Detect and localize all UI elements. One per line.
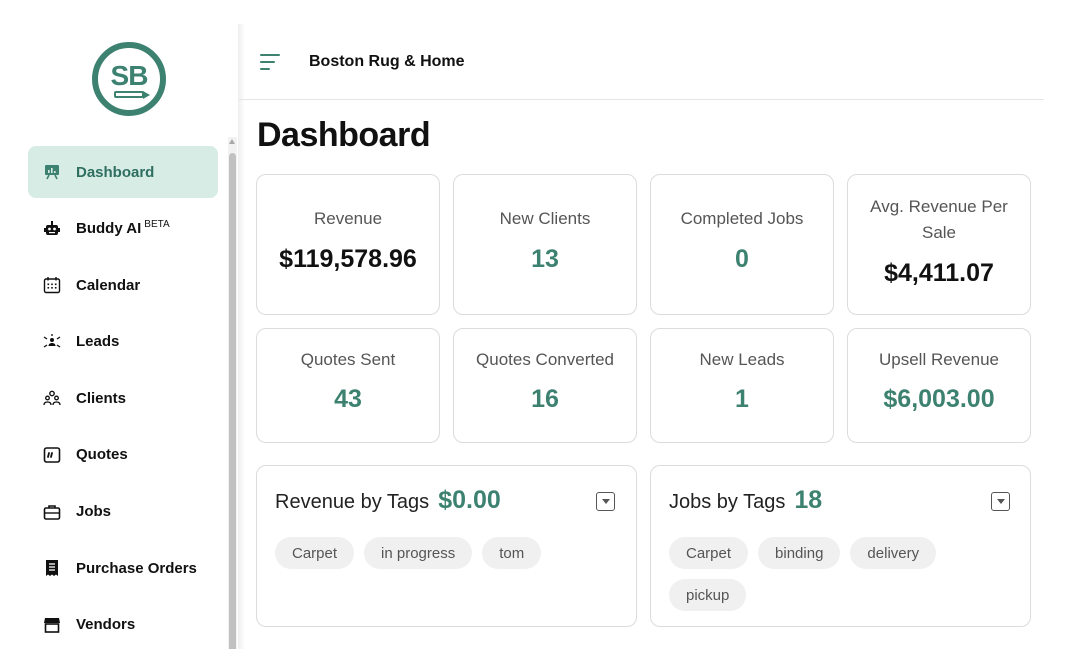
sidebar-item-jobs[interactable]: Jobs xyxy=(28,486,218,538)
sidebar-item-label: Buddy AI xyxy=(76,220,142,238)
chevron-down-icon[interactable] xyxy=(596,492,615,511)
stat-value: 13 xyxy=(531,245,559,273)
stat-card-new-clients[interactable]: New Clients 13 xyxy=(453,174,637,315)
tag-chip[interactable]: Carpet xyxy=(275,537,355,569)
stat-value: 0 xyxy=(735,245,749,273)
robot-icon xyxy=(42,219,62,239)
tag-list: Carpet binding delivery pickup xyxy=(669,537,999,611)
stat-label: Quotes Converted xyxy=(476,350,614,369)
sidebar-item-leads[interactable]: Leads xyxy=(28,316,218,368)
page-title: Dashboard xyxy=(257,116,431,154)
revenue-by-tags-title: Revenue by Tags xyxy=(275,491,430,513)
stat-label: Quotes Sent xyxy=(300,350,396,369)
sidebar-item-purchase-orders[interactable]: Purchase Orders xyxy=(28,542,218,594)
briefcase-icon xyxy=(42,502,62,522)
stat-label: New Leads xyxy=(699,350,785,369)
revenue-by-tags-card: Revenue by Tags $0.00 Carpet in progress… xyxy=(256,465,637,627)
stat-value: $4,411.07 xyxy=(884,259,994,287)
stat-card-quotes-converted[interactable]: Quotes Converted 16 xyxy=(453,328,637,443)
stat-label: Revenue xyxy=(313,209,383,228)
sidebar-item-dashboard[interactable]: Dashboard xyxy=(28,146,218,198)
sidebar-item-buddy-ai[interactable]: Buddy AI BETA xyxy=(28,203,218,255)
scroll-up-arrow-icon[interactable] xyxy=(229,139,235,144)
sidebar-item-label: Vendors xyxy=(76,616,136,634)
sidebar-item-quotes[interactable]: Quotes xyxy=(28,429,218,481)
stat-card-new-leads[interactable]: New Leads 1 xyxy=(650,328,834,443)
sidebar-item-calendar[interactable]: Calendar xyxy=(28,259,218,311)
chevron-down-icon[interactable] xyxy=(991,492,1010,511)
tag-chip[interactable]: in progress xyxy=(364,537,473,569)
sidebar-item-label: Clients xyxy=(76,389,127,407)
stat-value: $119,578.96 xyxy=(279,245,417,273)
logo[interactable]: SB xyxy=(92,42,166,116)
scroll-thumb[interactable] xyxy=(229,153,236,649)
jobs-by-tags-header: Jobs by Tags 18 xyxy=(669,486,822,515)
chart-board-icon xyxy=(42,162,62,182)
sidebar-item-label: Quotes xyxy=(76,446,128,464)
tag-chip[interactable]: tom xyxy=(482,537,542,569)
stat-value: 16 xyxy=(531,385,559,413)
receipt-icon xyxy=(42,558,62,578)
sidebar-item-clients[interactable]: Clients xyxy=(28,372,218,424)
pencil-icon xyxy=(114,90,150,99)
clients-icon xyxy=(42,388,62,408)
top-bar: Boston Rug & Home xyxy=(238,24,1044,100)
calendar-icon xyxy=(42,275,62,295)
tag-chip[interactable]: delivery xyxy=(850,537,937,569)
quote-icon xyxy=(42,445,62,465)
tag-chip[interactable]: binding xyxy=(758,537,841,569)
company-name: Boston Rug & Home xyxy=(309,52,465,70)
stat-label: Completed Jobs xyxy=(680,209,804,228)
stat-label: Upsell Revenue xyxy=(878,350,999,369)
menu-icon[interactable] xyxy=(260,53,280,70)
stat-card-completed-jobs[interactable]: Completed Jobs 0 xyxy=(650,174,834,315)
sidebar-item-label: Calendar xyxy=(76,276,141,294)
beta-badge: BETA xyxy=(144,219,170,231)
stat-card-avg-revenue[interactable]: Avg. Revenue Per Sale $4,411.07 xyxy=(847,174,1031,315)
revenue-by-tags-value: $0.00 xyxy=(438,486,501,514)
leads-icon xyxy=(42,332,62,352)
tag-list: Carpet in progress tom xyxy=(275,537,542,569)
sidebar-divider xyxy=(238,24,245,649)
jobs-by-tags-title: Jobs by Tags xyxy=(669,491,786,513)
sidebar-item-label: Purchase Orders xyxy=(76,559,197,577)
sidebar-nav: Dashboard Buddy AI BETA Calendar Leads C… xyxy=(28,146,218,649)
jobs-by-tags-card: Jobs by Tags 18 Carpet binding delivery … xyxy=(650,465,1031,627)
tag-chip[interactable]: pickup xyxy=(669,579,747,611)
stat-value: 43 xyxy=(334,385,362,413)
sidebar-item-label: Dashboard xyxy=(76,163,155,181)
stat-card-revenue[interactable]: Revenue $119,578.96 xyxy=(256,174,440,315)
sidebar-item-vendors[interactable]: Vendors xyxy=(28,599,218,649)
store-icon xyxy=(42,615,62,635)
sidebar-item-label: Leads xyxy=(76,333,120,351)
stat-card-upsell-revenue[interactable]: Upsell Revenue $6,003.00 xyxy=(847,328,1031,443)
stat-label: Avg. Revenue Per Sale xyxy=(870,197,1008,242)
stat-value: 1 xyxy=(735,385,749,413)
tag-chip[interactable]: Carpet xyxy=(669,537,749,569)
revenue-by-tags-header: Revenue by Tags $0.00 xyxy=(275,486,501,515)
sidebar-scrollbar[interactable] xyxy=(228,137,237,649)
stat-card-quotes-sent[interactable]: Quotes Sent 43 xyxy=(256,328,440,443)
sidebar-item-label: Jobs xyxy=(76,503,112,521)
jobs-by-tags-value: 18 xyxy=(794,486,823,514)
logo-text: SB xyxy=(110,59,149,91)
sidebar: SB Dashboard Buddy AI BETA Calendar Lead… xyxy=(0,24,238,649)
stat-label: New Clients xyxy=(499,209,591,228)
stat-value: $6,003.00 xyxy=(883,385,995,413)
